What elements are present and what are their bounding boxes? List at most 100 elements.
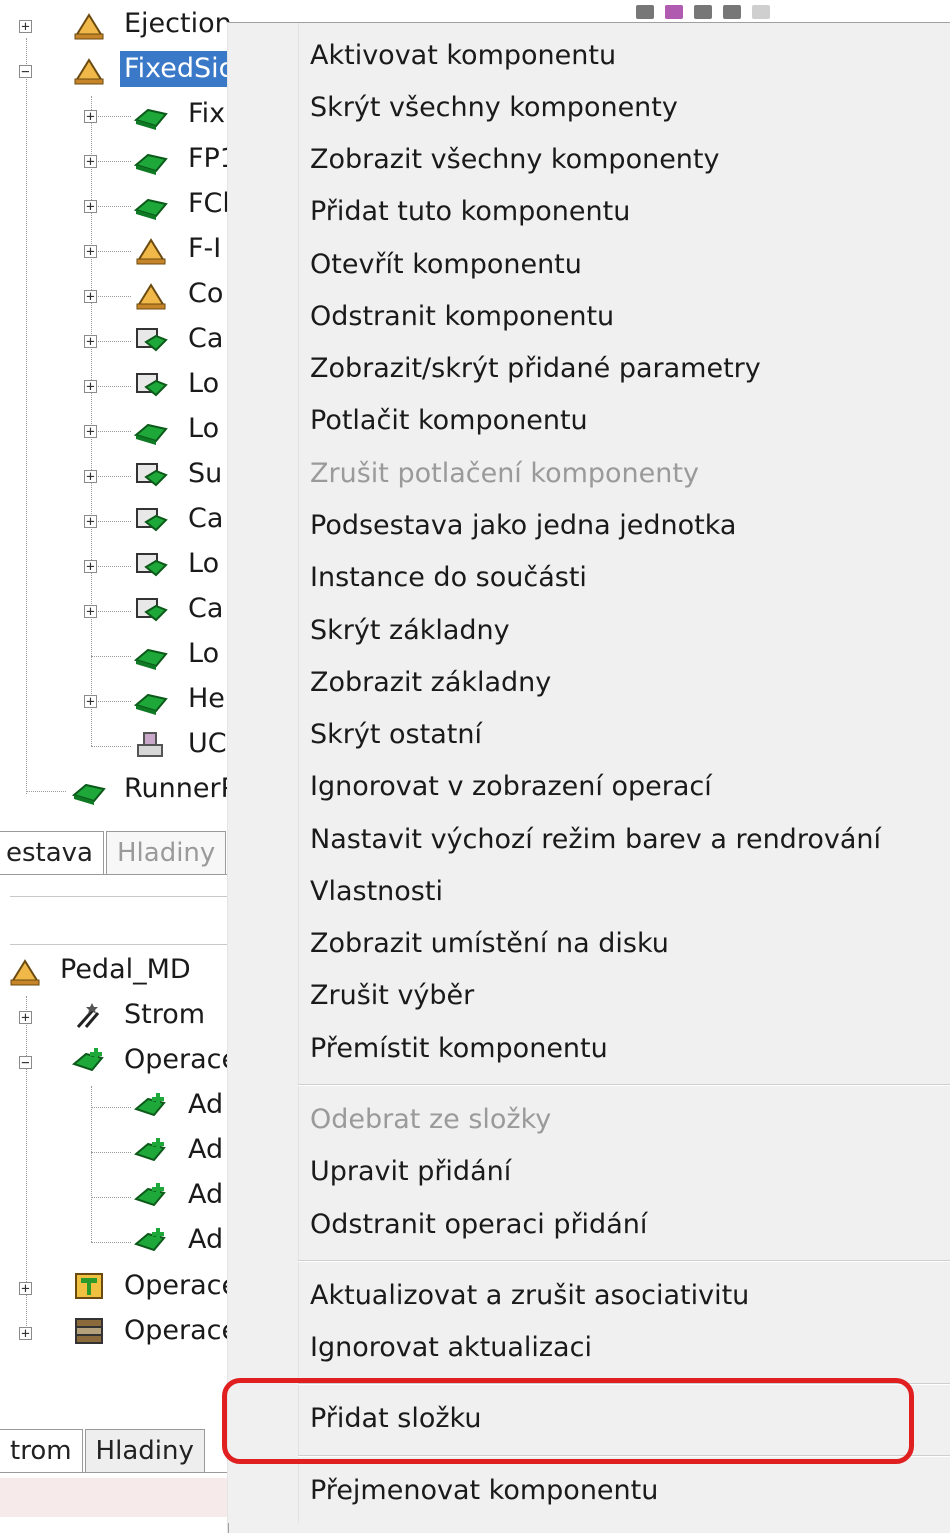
menu-item-hide-bases[interactable]: Skrýt základny [310,611,510,651]
menu-item-subassembly-as-unit[interactable]: Podsestava jako jedna jednotka [310,506,736,546]
tab-hladiny[interactable]: Hladiny [84,1429,205,1472]
tree-item-subassembly[interactable]: + Co [0,276,240,316]
expand-toggle[interactable]: + [84,515,97,529]
tree-item-label: Ad [188,1179,224,1210]
menu-item-delete-add-operation[interactable]: Odstranit operaci přidání [310,1205,647,1245]
tree-item-part[interactable]: + Lo [0,411,240,451]
tree-connector [91,161,131,162]
tree-item-subassembly[interactable]: + F-I [0,231,240,271]
expand-toggle[interactable]: + [84,380,97,394]
tree-item-label: F-I [188,233,222,264]
expand-toggle[interactable]: + [84,155,97,169]
menu-item-edit-addition[interactable]: Upravit přidání [310,1152,511,1192]
expand-toggle[interactable]: + [84,605,97,619]
menu-item-show-disk-location[interactable]: Zobrazit umístění na disku [310,924,669,964]
feature-group-icon [136,328,168,352]
tree-item-part[interactable]: + FP1 [0,141,240,181]
tree-item-feature-group[interactable]: + Lo [0,546,240,586]
tree-connector [91,1197,131,1198]
toolbar-icon[interactable] [723,5,742,19]
menu-item-move-component[interactable]: Přemístit komponentu [310,1029,608,1069]
top-panel-tabs: estava Hladiny [0,826,228,874]
tab-estava[interactable]: estava [0,831,104,874]
tree-item-feature-group[interactable]: + Lo [0,366,240,406]
expand-toggle[interactable]: + [84,110,97,124]
tree-item-feature-group[interactable]: + Su [0,456,240,496]
menu-item-update-break-associativity[interactable]: Aktualizovat a zrušit asociativitu [310,1276,749,1316]
panel-divider [10,896,228,897]
expand-toggle[interactable]: + [84,560,97,574]
menu-item-show-bases[interactable]: Zobrazit základny [310,663,551,703]
tree-item-add-operation[interactable]: Ad [0,1177,240,1217]
tree-root-pedal[interactable]: Pedal_MD [0,952,240,992]
tree-item-label: Strom [124,999,206,1030]
menu-item-rename-component[interactable]: Přejmenovat komponentu [310,1471,658,1511]
tree-item-label: Pedal_MD [60,954,191,985]
collapse-toggle[interactable]: − [19,1056,32,1070]
menu-item-ignore-update[interactable]: Ignorovat aktualizaci [310,1328,592,1368]
menu-item-hide-all-components[interactable]: Skrýt všechny komponenty [310,88,678,128]
expand-toggle[interactable]: + [84,245,97,259]
expand-toggle[interactable]: + [19,1011,32,1025]
tab-strom[interactable]: trom [0,1429,83,1472]
toolbar-icon[interactable] [636,5,654,19]
tree-item-strom[interactable]: + Strom [0,997,240,1037]
tree-item-operace[interactable]: + Operace [0,1268,240,1308]
tree-item-feature-group[interactable]: + Ca [0,321,240,361]
expand-toggle[interactable]: + [84,200,97,214]
expand-toggle[interactable]: + [19,1282,32,1296]
tree-item-label: RunnerP [124,773,237,804]
expand-toggle[interactable]: + [19,1327,32,1341]
menu-item-ignore-in-operations-view[interactable]: Ignorovat v zobrazení operací [310,767,712,807]
tree-item-label: Lo [188,368,220,399]
tree-item-operace[interactable]: − Operace [0,1042,240,1082]
menu-item-properties[interactable]: Vlastnosti [310,872,443,912]
menu-item-open-component[interactable]: Otevřít komponentu [310,245,582,285]
part-icon [134,153,168,175]
tree-connector [91,656,131,657]
tree-connector [91,476,131,477]
tree-item-ejection[interactable]: + Ejection [0,6,240,46]
tree-item-add-operation[interactable]: Ad [0,1222,240,1262]
tree-connector [91,116,131,117]
collapse-toggle[interactable]: − [19,65,32,79]
tree-item-operace[interactable]: + Operace [0,1313,240,1353]
tree-item-part[interactable]: + He [0,681,240,721]
tree-item-component[interactable]: UC [0,726,240,766]
expand-toggle[interactable]: + [84,335,97,349]
menu-item-show-all-components[interactable]: Zobrazit všechny komponenty [310,140,719,180]
toolbar-icon[interactable] [694,5,713,19]
expand-toggle[interactable]: + [84,695,97,709]
expand-toggle[interactable]: + [19,20,32,34]
menu-item-deselect[interactable]: Zrušit výběr [310,976,474,1016]
tab-hladiny[interactable]: Hladiny [106,831,227,874]
menu-item-instance-to-part[interactable]: Instance do součásti [310,558,587,598]
tree-item-part[interactable]: + FCl [0,186,240,226]
tree-item-feature-group[interactable]: + Ca [0,591,240,631]
expand-toggle[interactable]: + [84,470,97,484]
expand-toggle[interactable]: + [84,290,97,304]
mold-base-icon [75,1318,103,1344]
menu-item-toggle-added-parameters[interactable]: Zobrazit/skrýt přidané parametry [310,349,761,389]
menu-item-set-default-color-mode[interactable]: Nastavit výchozí režim barev a rendrován… [310,820,881,860]
menu-item-activate-component[interactable]: Aktivovat komponentu [310,36,616,76]
tree-connector [26,791,66,792]
menu-item-hide-others[interactable]: Skrýt ostatní [310,715,482,755]
toolbar-icon[interactable] [752,5,771,19]
tree-item-part[interactable]: + Fix [0,96,240,136]
tree-item-feature-group[interactable]: + Ca [0,501,240,541]
tree-connector [91,386,131,387]
tree-connector [91,431,131,432]
menu-item-add-this-component[interactable]: Přidat tuto komponentu [310,192,630,232]
menu-item-suppress-component[interactable]: Potlačit komponentu [310,401,588,441]
toolbar-icon[interactable] [665,5,684,19]
wand-icon [76,1003,100,1028]
menu-item-delete-component[interactable]: Odstranit komponentu [310,297,614,337]
tree-item-part[interactable]: RunnerP [0,771,240,811]
tree-item-add-operation[interactable]: Ad [0,1132,240,1172]
expand-toggle[interactable]: + [84,425,97,439]
tree-item-add-operation[interactable]: Ad [0,1087,240,1127]
tree-item-part[interactable]: Lo [0,636,240,676]
tree-item-fixedside[interactable]: − FixedSid [0,51,240,91]
toolbar-icons [636,4,846,24]
